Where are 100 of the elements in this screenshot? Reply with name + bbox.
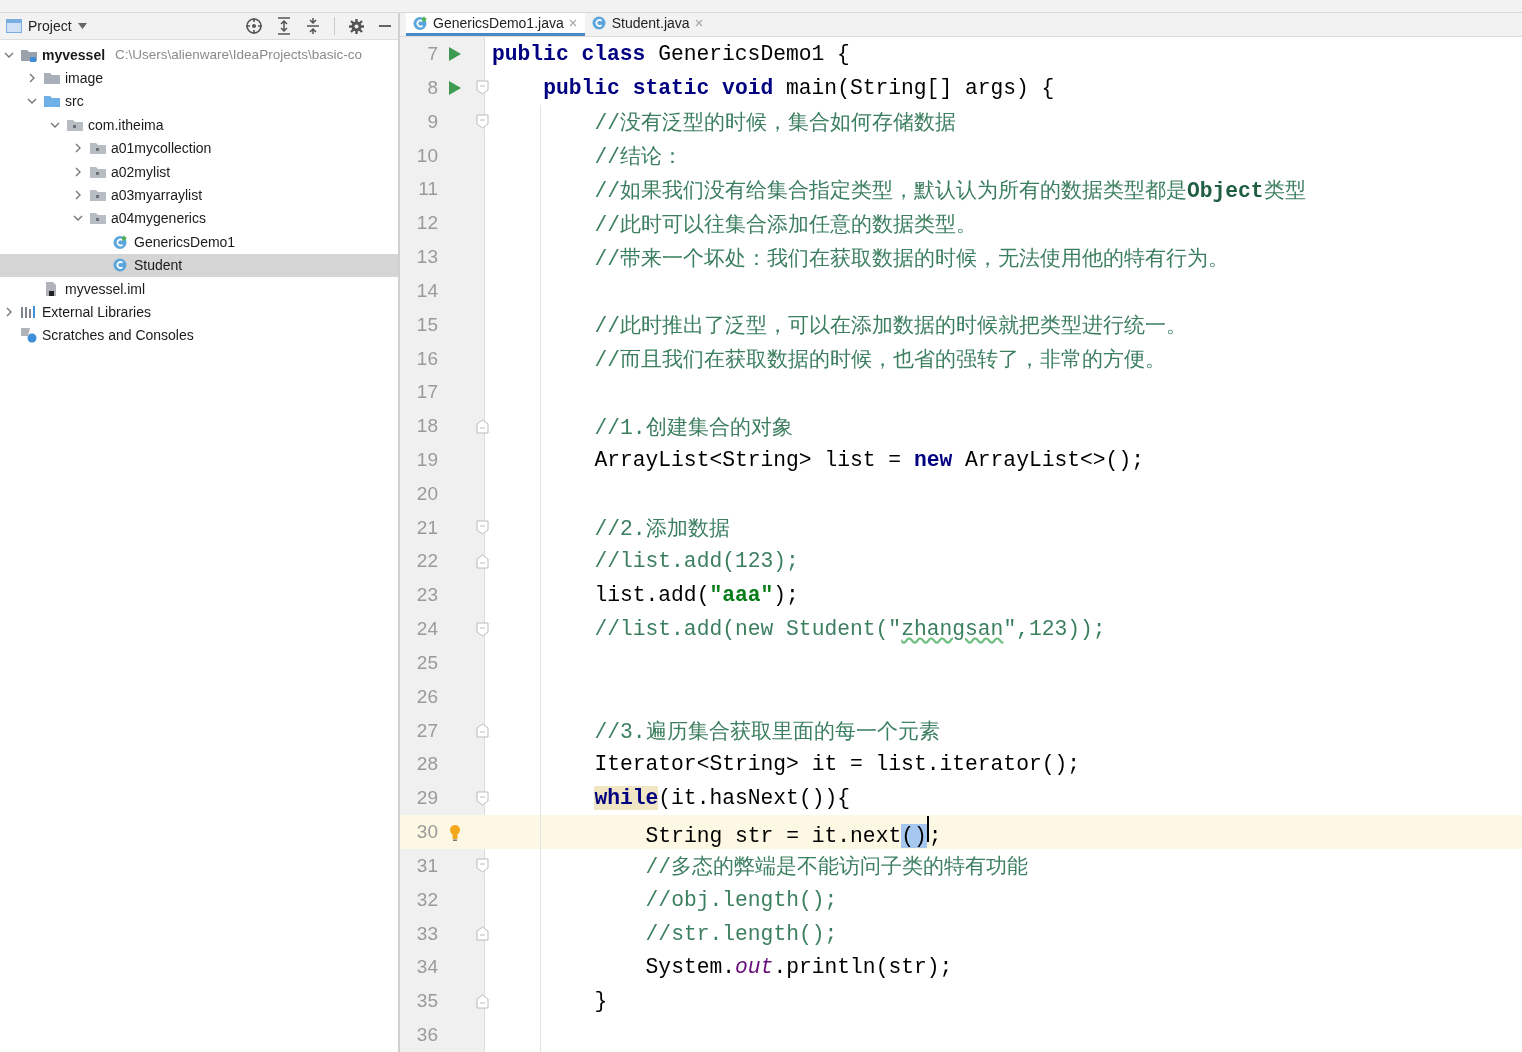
class-icon bbox=[412, 15, 428, 32]
fold-marker-icon[interactable] bbox=[475, 790, 489, 806]
line-number: 22 bbox=[415, 550, 438, 573]
code-comment: //此时可以往集合添加任意的数据类型。 bbox=[594, 211, 977, 238]
line-number: 13 bbox=[415, 246, 438, 269]
code-line: Iterator<String> it = list.iterator(); bbox=[594, 752, 1081, 777]
code-comment: //结论： bbox=[594, 144, 683, 171]
fold-marker-icon[interactable] bbox=[475, 554, 489, 569]
code-line: System.out.println(str); bbox=[645, 955, 953, 980]
code-comment: //obj.length(); bbox=[645, 887, 838, 912]
code-comment: //str.length(); bbox=[645, 921, 838, 946]
class-icon bbox=[590, 15, 607, 32]
expand-all-icon[interactable] bbox=[276, 17, 292, 35]
tree-item[interactable]: src bbox=[0, 89, 398, 114]
code-comment: //而且我们在获取数据的时候，也省的强转了，非常的方便。 bbox=[594, 347, 1166, 373]
fold-marker-icon[interactable] bbox=[475, 993, 489, 1009]
project-dropdown[interactable]: Project bbox=[28, 18, 87, 34]
line-number: 16 bbox=[415, 347, 438, 370]
code-line: } bbox=[594, 989, 608, 1014]
code-line: while(it.hasNext()){ bbox=[594, 786, 850, 811]
fold-marker-icon[interactable] bbox=[475, 621, 489, 637]
file-icon bbox=[43, 280, 59, 297]
folder-icon bbox=[43, 70, 61, 87]
line-number: 32 bbox=[415, 888, 438, 911]
line-number: 25 bbox=[415, 651, 438, 674]
line-number: 19 bbox=[415, 449, 438, 471]
line-number: 21 bbox=[415, 516, 438, 539]
code-line: String str = it.next(); bbox=[645, 816, 942, 849]
line-number: 34 bbox=[415, 956, 438, 979]
fold-marker-icon[interactable] bbox=[475, 926, 489, 942]
run-icon[interactable] bbox=[448, 46, 462, 63]
tree-item[interactable]: myvessel C:\Users\alienware\IdeaProjects\basic-co bbox=[0, 43, 398, 67]
code-line: list.add("aaa"); bbox=[594, 583, 799, 608]
fold-marker-icon[interactable] bbox=[475, 723, 489, 739]
editor-tab[interactable]: Student.java bbox=[584, 13, 711, 37]
code-comment: //2.添加数据 bbox=[594, 516, 730, 543]
line-number: 33 bbox=[415, 922, 438, 945]
fold-marker-icon[interactable] bbox=[475, 80, 489, 96]
line-number: 9 bbox=[426, 110, 438, 133]
tree-item[interactable]: Scratches and Consoles bbox=[0, 323, 398, 348]
class-icon bbox=[112, 233, 128, 250]
tree-item[interactable]: Student bbox=[0, 253, 398, 277]
package-icon bbox=[89, 187, 107, 204]
line-number: 26 bbox=[415, 685, 438, 708]
line-number: 7 bbox=[426, 43, 438, 66]
line-number: 31 bbox=[415, 854, 438, 877]
fold-marker-icon[interactable] bbox=[475, 520, 489, 536]
settings-icon[interactable] bbox=[348, 17, 365, 35]
locate-icon[interactable] bbox=[245, 17, 263, 35]
code-comment: //3.遍历集合获取里面的每一个元素 bbox=[594, 719, 940, 746]
code-comment: //如果我们没有给集合指定类型，默认认为所有的数据类型都是Object类型 bbox=[594, 177, 1306, 204]
code-comment: //此时推出了泛型，可以在添加数据的时候就把类型进行统一。 bbox=[594, 313, 1187, 340]
line-number: 10 bbox=[415, 144, 438, 167]
panel-icon bbox=[6, 19, 22, 33]
collapse-all-icon[interactable] bbox=[305, 17, 321, 35]
line-number: 8 bbox=[426, 76, 438, 99]
code-comment: //1.创建集合的对象 bbox=[594, 414, 793, 441]
editor-tab[interactable]: GenericsDemo1.java bbox=[406, 13, 585, 37]
run-icon[interactable] bbox=[448, 79, 462, 96]
line-number: 28 bbox=[415, 753, 438, 776]
line-number: 35 bbox=[415, 990, 438, 1013]
code-comment: //带来一个坏处：我们在获取数据的时候，无法使用他的特有行为。 bbox=[594, 245, 1229, 272]
code-comment: //list.add(123); bbox=[594, 549, 799, 574]
line-number: 12 bbox=[415, 212, 438, 235]
tree-item[interactable]: a04mygenerics bbox=[0, 206, 398, 231]
tree-item[interactable]: image bbox=[0, 66, 398, 90]
line-number: 14 bbox=[415, 279, 438, 302]
code-line: public class GenericsDemo1 { bbox=[492, 42, 850, 67]
fold-marker-icon[interactable] bbox=[475, 858, 489, 874]
libraries-icon bbox=[20, 304, 38, 320]
code-line: ArrayList<String> list = new ArrayList<>(); bbox=[594, 448, 1144, 472]
code-comment: //多态的弊端是不能访问子类的特有功能 bbox=[645, 854, 1029, 881]
line-number: 24 bbox=[415, 618, 438, 641]
line-number: 15 bbox=[415, 313, 438, 336]
fold-marker-icon[interactable] bbox=[475, 418, 489, 434]
line-number: 29 bbox=[415, 787, 438, 810]
tree-item[interactable]: External Libraries bbox=[0, 300, 398, 324]
scratches-icon bbox=[20, 327, 38, 344]
tree-item[interactable]: a02mylist bbox=[0, 159, 398, 184]
line-number: 11 bbox=[417, 178, 438, 201]
tree-item[interactable]: GenericsDemo1 bbox=[0, 230, 398, 254]
tree-item[interactable]: a01mycollection bbox=[0, 136, 398, 160]
code-line: public static void main(String[] args) { bbox=[543, 75, 1055, 100]
line-number: 23 bbox=[415, 584, 438, 607]
lightbulb-icon[interactable] bbox=[449, 823, 461, 841]
package-icon bbox=[89, 210, 107, 227]
tree-item[interactable]: a03myarraylist bbox=[0, 183, 398, 207]
class-icon bbox=[112, 257, 128, 274]
caret-icon bbox=[77, 23, 87, 29]
line-number: 18 bbox=[415, 415, 438, 438]
folder-icon bbox=[43, 93, 61, 110]
line-number: 36 bbox=[415, 1024, 438, 1047]
tree-item[interactable]: com.itheima bbox=[0, 113, 398, 137]
fold-marker-icon[interactable] bbox=[475, 114, 489, 130]
close-icon[interactable] bbox=[568, 19, 577, 28]
code-comment: //list.add(new Student("zhangsan",123)); bbox=[594, 617, 1106, 642]
line-number: 30 bbox=[415, 821, 438, 844]
line-number: 20 bbox=[415, 482, 438, 505]
tree-item[interactable]: myvessel.iml bbox=[0, 276, 398, 301]
close-icon[interactable] bbox=[694, 19, 703, 28]
